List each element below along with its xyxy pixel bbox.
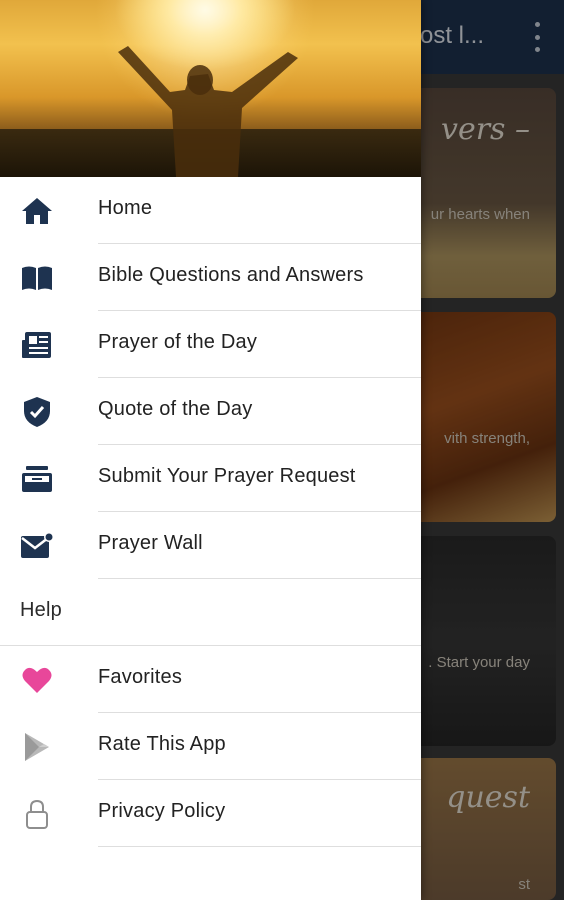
section-label: Help [20, 599, 62, 621]
menu-item-label: Prayer Wall [98, 532, 203, 554]
menu-item-rate-this-app[interactable]: Rate This App [0, 713, 421, 780]
menu-item-prayer-of-the-day[interactable]: Prayer of the Day [0, 311, 421, 378]
lock-icon [20, 798, 54, 830]
section-header-help: Help [0, 579, 421, 646]
menu-item-prayer-wall[interactable]: Prayer Wall [0, 512, 421, 579]
menu-item-label: Favorites [98, 666, 183, 688]
menu-item-label: Submit Your Prayer Request [98, 465, 356, 487]
mail-notification-icon [20, 530, 54, 562]
drawer-menu: Home Bible Questions and Answers Prayer … [0, 177, 421, 847]
home-icon [20, 195, 54, 227]
menu-item-label: Home [98, 197, 153, 219]
menu-item-bible-questions[interactable]: Bible Questions and Answers [0, 244, 421, 311]
play-store-icon [20, 731, 54, 763]
raised-arms-silhouette [0, 0, 421, 177]
menu-item-label: Quote of the Day [98, 398, 253, 420]
menu-item-submit-prayer-request[interactable]: Submit Your Prayer Request [0, 445, 421, 512]
newspaper-icon [20, 329, 54, 361]
divider [98, 846, 421, 847]
shield-check-icon [20, 396, 54, 428]
heart-icon [20, 664, 54, 696]
menu-item-label: Privacy Policy [98, 800, 226, 822]
menu-item-favorites[interactable]: Favorites [0, 646, 421, 713]
menu-item-quote-of-the-day[interactable]: Quote of the Day [0, 378, 421, 445]
menu-item-privacy-policy[interactable]: Privacy Policy [0, 780, 421, 847]
menu-item-label: Prayer of the Day [98, 331, 258, 353]
navigation-drawer: Home Bible Questions and Answers Prayer … [0, 0, 421, 900]
menu-item-label: Rate This App [98, 733, 226, 755]
menu-item-label: Bible Questions and Answers [98, 264, 364, 286]
drawer-header-image [0, 0, 421, 177]
inbox-icon [20, 463, 54, 495]
book-icon [20, 262, 54, 294]
menu-item-home[interactable]: Home [0, 177, 421, 244]
